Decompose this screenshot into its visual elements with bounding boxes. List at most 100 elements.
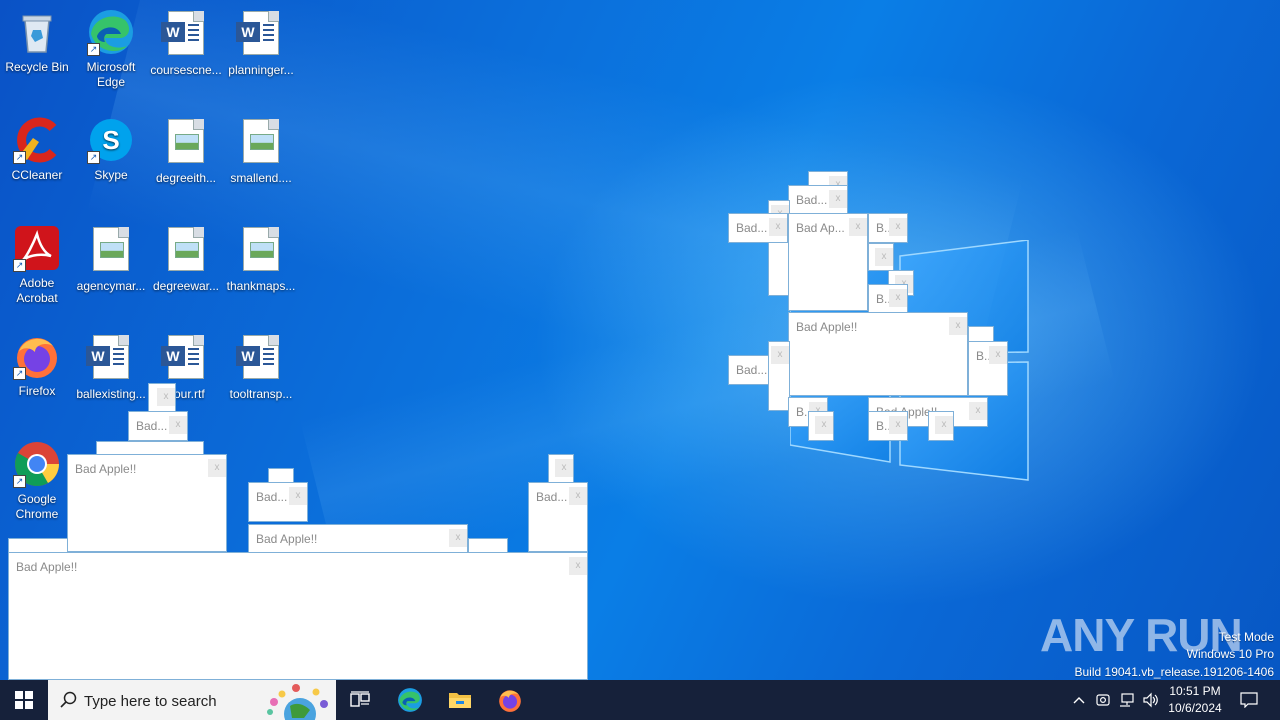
window-title: Bad Apple!! bbox=[256, 532, 318, 546]
icon-label: degreeith... bbox=[155, 171, 217, 185]
icon-label: thankmaps... bbox=[226, 279, 296, 293]
close-button[interactable]: x bbox=[875, 248, 893, 266]
clock-time: 10:51 PM bbox=[1169, 684, 1221, 698]
tray-app-button[interactable] bbox=[1092, 680, 1114, 720]
skype-icon: S ↗ bbox=[87, 116, 135, 164]
icon-label: Microsoft Edge bbox=[86, 60, 136, 89]
bad-apple-window[interactable]: x bbox=[928, 411, 954, 441]
desktop-icon-ccleaner[interactable]: ↗ CCleaner bbox=[0, 116, 74, 183]
desktop-icon-tooltransp[interactable]: W tooltransp... bbox=[224, 332, 298, 402]
close-button[interactable]: x bbox=[169, 416, 187, 434]
ccleaner-icon: ↗ bbox=[13, 116, 61, 164]
desktop-icon-agencymar[interactable]: agencymar... bbox=[74, 224, 148, 294]
desktop-icon-smallend[interactable]: smallend.... bbox=[224, 116, 298, 186]
windows-edition-label: Windows 10 Pro bbox=[1186, 647, 1274, 661]
build-label: Build 19041.vb_release.191206-1406 bbox=[1074, 665, 1275, 679]
desktop-icon-ballexisting[interactable]: W ballexisting... bbox=[74, 332, 148, 402]
desktop-icon-google-chrome[interactable]: ↗ Google Chrome bbox=[0, 440, 74, 522]
close-button[interactable]: x bbox=[969, 402, 987, 420]
desktop-icon-thankmaps[interactable]: thankmaps... bbox=[224, 224, 298, 294]
close-button[interactable]: x bbox=[569, 557, 587, 575]
icon-label: CCleaner bbox=[11, 168, 63, 182]
desktop-icon-degreeith[interactable]: degreeith... bbox=[149, 116, 223, 186]
close-button[interactable]: x bbox=[889, 218, 907, 236]
desktop-icon-degreewar[interactable]: degreewar... bbox=[149, 224, 223, 294]
bad-apple-window[interactable]: Bad... x bbox=[788, 185, 848, 215]
bad-apple-window[interactable]: x bbox=[548, 454, 574, 484]
bad-apple-window[interactable]: B... x bbox=[868, 284, 908, 314]
close-button[interactable]: x bbox=[889, 416, 907, 434]
task-view-button[interactable] bbox=[336, 680, 384, 720]
window-title: Bad... bbox=[736, 363, 768, 377]
close-button[interactable]: x bbox=[771, 346, 789, 364]
bad-apple-window[interactable]: Bad Ap... x bbox=[788, 213, 868, 311]
bad-apple-window[interactable]: Bad... x bbox=[728, 213, 788, 243]
taskbar-file-explorer-button[interactable] bbox=[436, 680, 484, 720]
icon-label: ballexisting... bbox=[76, 387, 146, 401]
close-button[interactable]: x bbox=[829, 190, 847, 208]
network-button[interactable] bbox=[1116, 680, 1138, 720]
taskbar-search-box[interactable] bbox=[48, 680, 336, 722]
bad-apple-window[interactable]: B... x bbox=[968, 341, 1008, 396]
close-button[interactable]: x bbox=[449, 529, 467, 547]
bad-apple-window[interactable]: Bad Apple!! x bbox=[8, 552, 588, 680]
bad-apple-window[interactable]: B... x bbox=[868, 411, 908, 441]
search-input[interactable] bbox=[82, 680, 266, 722]
start-button[interactable] bbox=[0, 680, 48, 720]
notification-icon bbox=[1240, 692, 1258, 708]
bad-apple-window[interactable]: x bbox=[868, 243, 894, 271]
desktop-icon-coursescne[interactable]: W coursescne... bbox=[149, 8, 223, 78]
shortcut-arrow-icon: ↗ bbox=[87, 151, 100, 164]
desktop-icon-recycle-bin[interactable]: Recycle Bin bbox=[0, 8, 74, 75]
close-button[interactable]: x bbox=[569, 487, 587, 505]
desktop-icon-firefox[interactable]: ↗ Firefox bbox=[0, 332, 74, 399]
desktop[interactable]: Recycle Bin ↗ CCleaner ↗ Adobe Acrobat ↗… bbox=[0, 0, 1280, 680]
bad-apple-window[interactable]: Bad... x bbox=[528, 482, 588, 552]
desktop-icon-microsoft-edge[interactable]: ↗ Microsoft Edge bbox=[74, 8, 148, 90]
close-button[interactable]: x bbox=[815, 416, 833, 434]
close-button[interactable]: x bbox=[949, 317, 967, 335]
close-button[interactable]: x bbox=[849, 218, 867, 236]
show-hidden-icons-button[interactable] bbox=[1068, 680, 1090, 720]
window-title: Bad... bbox=[736, 221, 768, 235]
window-title: Bad... bbox=[796, 193, 828, 207]
desktop-icon-planninger[interactable]: W planninger... bbox=[224, 8, 298, 78]
close-button[interactable]: x bbox=[769, 218, 787, 236]
recycle-bin-icon bbox=[13, 8, 61, 56]
task-view-icon bbox=[350, 691, 370, 707]
close-button[interactable]: x bbox=[157, 388, 175, 406]
image-file-icon bbox=[237, 227, 285, 275]
close-button[interactable]: x bbox=[989, 346, 1007, 364]
image-file-icon bbox=[162, 227, 210, 275]
taskbar-clock[interactable]: 10:51 PM 10/6/2024 bbox=[1162, 683, 1228, 717]
close-button[interactable]: x bbox=[889, 289, 907, 307]
shortcut-arrow-icon: ↗ bbox=[13, 475, 26, 488]
bad-apple-window[interactable]: x bbox=[148, 383, 176, 413]
bad-apple-window[interactable]: Bad... x bbox=[248, 482, 308, 522]
bad-apple-window[interactable]: x bbox=[808, 411, 834, 441]
word-document-icon: W bbox=[236, 11, 285, 59]
chrome-icon: ↗ bbox=[13, 440, 61, 488]
action-center-button[interactable] bbox=[1232, 680, 1266, 720]
speaker-icon bbox=[1143, 692, 1158, 708]
bad-apple-window[interactable]: Bad Apple!! x bbox=[248, 524, 468, 554]
close-button[interactable]: x bbox=[935, 416, 953, 434]
close-button[interactable]: x bbox=[208, 459, 226, 477]
bad-apple-window[interactable]: Bad... x bbox=[128, 411, 188, 441]
volume-button[interactable] bbox=[1140, 680, 1162, 720]
desktop-icon-skype[interactable]: S ↗ Skype bbox=[74, 116, 148, 183]
taskbar-firefox-button[interactable] bbox=[486, 680, 534, 720]
close-button[interactable]: x bbox=[289, 487, 307, 505]
shortcut-arrow-icon: ↗ bbox=[13, 151, 26, 164]
close-button[interactable]: x bbox=[555, 459, 573, 477]
bad-apple-window[interactable]: B... x bbox=[868, 213, 908, 243]
icon-label: planninger... bbox=[228, 63, 294, 77]
window-title: Bad Apple!! bbox=[16, 560, 78, 574]
bad-apple-window[interactable]: x bbox=[768, 341, 790, 411]
bad-apple-window[interactable]: Bad Apple!! x bbox=[788, 312, 968, 396]
icon-label: Recycle Bin bbox=[5, 60, 69, 74]
desktop-icon-adobe-acrobat[interactable]: ↗ Adobe Acrobat bbox=[0, 224, 74, 306]
taskbar-edge-button[interactable] bbox=[386, 680, 434, 720]
bad-apple-window[interactable]: Bad Apple!! x bbox=[67, 454, 227, 552]
icon-label: Skype bbox=[94, 168, 128, 182]
